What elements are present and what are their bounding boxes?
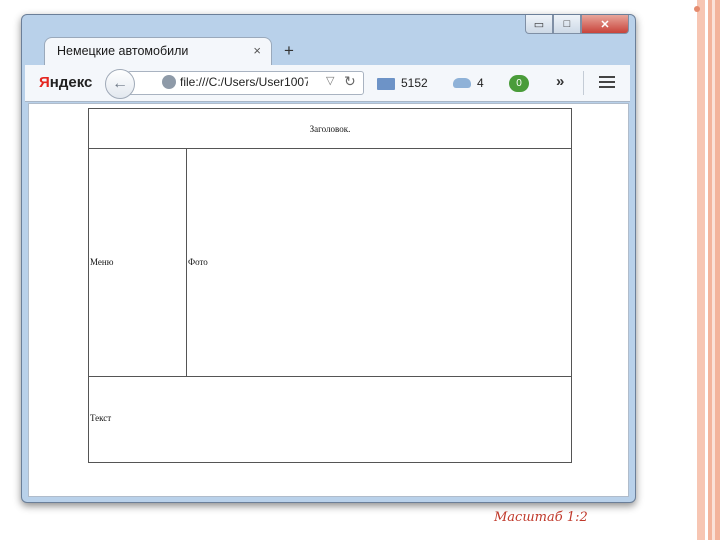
cloud-icon[interactable] [453, 78, 471, 88]
mail-icon[interactable] [377, 78, 395, 90]
address-bar[interactable]: file:///C:/Users/User100714 ▽ ↻ [127, 71, 364, 95]
text-cell: Текст [88, 376, 572, 463]
toolbar-divider [583, 71, 584, 95]
dropdown-icon[interactable]: ▽ [326, 74, 334, 87]
new-tab-button[interactable]: + [284, 41, 294, 61]
browser-window: ▭ □ ✕ Немецкие автомобили × + Яндекс fil… [21, 14, 636, 503]
slide-decoration-stripe [712, 0, 715, 540]
header-text: Заголовок. [309, 124, 351, 134]
menu-cell: Меню [88, 148, 187, 377]
yandex-logo[interactable]: Яндекс [39, 74, 92, 91]
reload-icon[interactable]: ↻ [344, 73, 356, 90]
slide-decoration-dot [694, 6, 700, 12]
close-window-button[interactable]: ✕ [581, 15, 629, 34]
header-cell: Заголовок. [88, 108, 572, 149]
tab-close-icon[interactable]: × [253, 43, 261, 58]
page-viewport: Заголовок. Меню Фото Текст [28, 103, 629, 497]
url-text[interactable]: file:///C:/Users/User100714 [180, 75, 308, 89]
mail-count[interactable]: 5152 [401, 76, 428, 90]
overflow-chevron-icon[interactable]: » [556, 73, 564, 90]
globe-icon [162, 75, 176, 89]
body-text: Текст [90, 413, 112, 423]
scale-caption: Масштаб 1:2 [494, 510, 588, 525]
maximize-button[interactable]: □ [553, 15, 581, 34]
browser-tab[interactable]: Немецкие автомобили × [44, 37, 272, 66]
hamburger-menu-icon[interactable] [599, 76, 615, 91]
slide-decoration-stripe [697, 0, 705, 540]
photo-cell: Фото [186, 148, 572, 377]
photo-text: Фото [188, 257, 208, 267]
notification-badge[interactable]: 0 [509, 75, 529, 92]
tab-title: Немецкие автомобили [57, 44, 189, 58]
window-controls: ▭ □ ✕ [525, 15, 629, 35]
minimize-button[interactable]: ▭ [525, 15, 553, 34]
cloud-count[interactable]: 4 [477, 76, 484, 90]
navigation-toolbar: Яндекс file:///C:/Users/User100714 ▽ ↻ ←… [25, 65, 630, 102]
back-button[interactable]: ← [105, 69, 135, 99]
menu-text: Меню [90, 257, 114, 267]
